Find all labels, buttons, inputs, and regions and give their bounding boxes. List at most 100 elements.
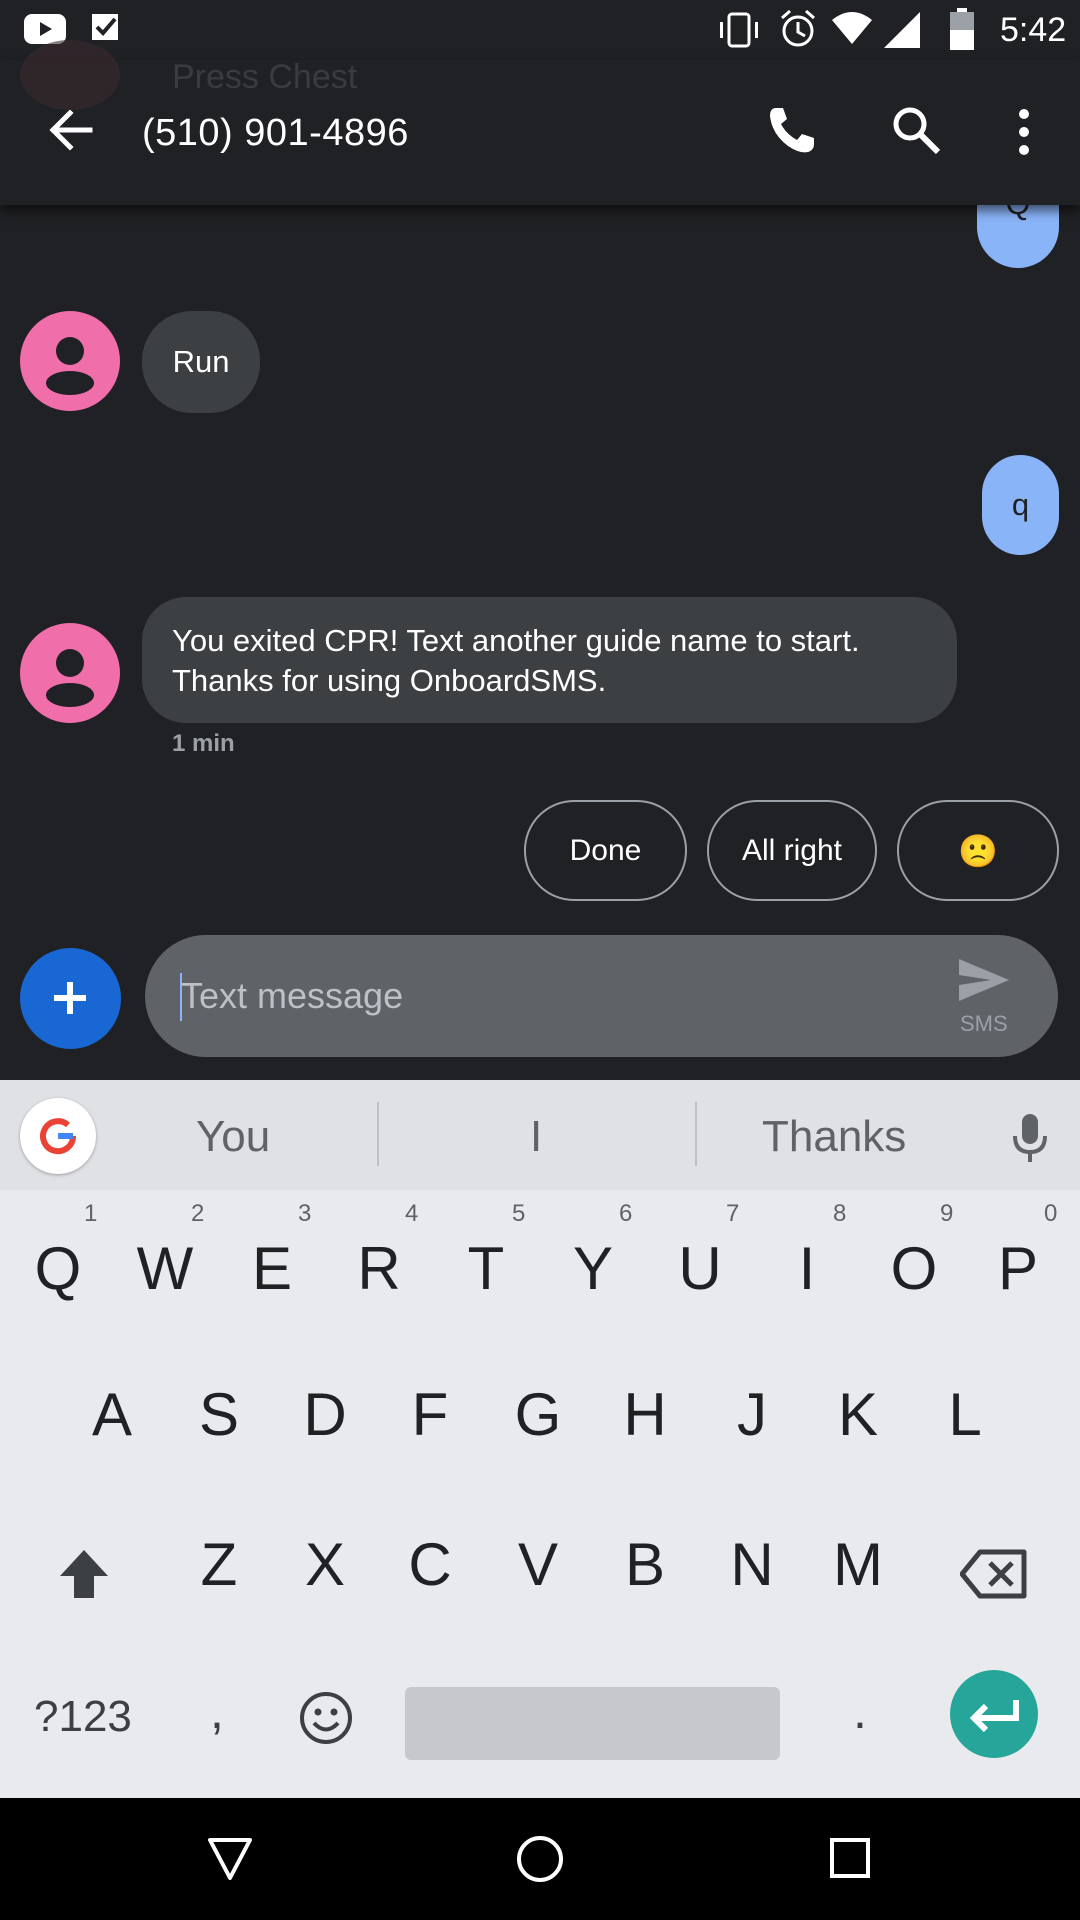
key-e[interactable]: 3E [232,1200,332,1340]
recents-nav-icon[interactable] [828,1836,872,1880]
key-y[interactable]: 6Y [553,1200,653,1340]
key-b[interactable]: B [605,1530,685,1599]
key-row-3: Z X C V B N M [0,1530,1080,1640]
key-hint: 5 [512,1200,526,1227]
key-hint: 4 [405,1200,419,1227]
key-hint: 3 [298,1200,312,1227]
send-icon[interactable] [957,957,1011,1003]
incoming-message-bubble[interactable]: Run [142,311,260,413]
space-bar[interactable] [405,1687,780,1760]
microphone-icon[interactable] [1010,1112,1050,1164]
key-hint: 7 [726,1200,740,1227]
vibrate-icon [720,12,758,48]
key-a[interactable]: A [72,1380,152,1449]
comma-key[interactable]: , [210,1682,224,1740]
key-h[interactable]: H [605,1380,685,1449]
outgoing-message-bubble[interactable]: q [982,455,1059,555]
key-row-4: ?123 , . [0,1670,1080,1780]
key-label: Y [572,1235,614,1302]
key-p[interactable]: 0P [978,1200,1078,1340]
key-label: E [251,1235,293,1302]
keyboard: You I Thanks 1Q 2W 3E 4R 5T 6Y 7U 8I 9O … [0,1080,1080,1798]
battery-icon [950,8,974,50]
plus-icon [54,982,86,1014]
key-hint: 2 [191,1200,205,1227]
signal-icon [884,12,920,48]
key-c[interactable]: C [390,1530,470,1599]
key-z[interactable]: Z [179,1530,259,1599]
key-t[interactable]: 5T [446,1200,546,1340]
message-text: q [1011,487,1030,522]
smart-reply-label: All right [741,833,843,867]
tasks-icon [92,14,118,40]
backspace-icon[interactable] [960,1548,1028,1600]
period-key[interactable]: . [853,1682,867,1740]
key-label: O [890,1235,938,1302]
key-j[interactable]: J [712,1380,792,1449]
smart-reply-done[interactable]: Done [524,800,687,901]
emoji-icon[interactable] [298,1690,354,1746]
key-v[interactable]: V [498,1530,578,1599]
more-options-icon[interactable] [1010,106,1038,158]
google-icon[interactable] [20,1098,96,1174]
back-nav-icon[interactable] [206,1834,254,1882]
previous-header-avatar [20,40,120,110]
back-arrow-icon[interactable] [46,105,96,155]
key-r[interactable]: 4R [339,1200,439,1340]
key-k[interactable]: K [818,1380,898,1449]
key-label: P [997,1235,1039,1302]
frowning-face-emoji: 🙁 [958,832,998,869]
suggestion-i[interactable]: I [530,1112,542,1162]
key-n[interactable]: N [712,1530,792,1599]
key-o[interactable]: 9O [874,1200,974,1340]
suggestion-strip: You I Thanks [0,1080,1080,1190]
suggestion-you[interactable]: You [196,1112,270,1162]
key-f[interactable]: F [390,1380,470,1449]
key-label: U [678,1235,722,1302]
smart-reply-all-right[interactable]: All right [707,800,877,901]
symbols-key[interactable]: ?123 [34,1692,132,1742]
enter-key[interactable] [950,1670,1038,1758]
add-attachment-button[interactable] [20,948,121,1049]
app-bar: (510) 901-4896 [0,60,1080,205]
message-text-line: Thanks for using OnboardSMS. [172,663,607,698]
message-input-placeholder[interactable]: Text message [181,975,403,1017]
key-s[interactable]: S [179,1380,259,1449]
phone-call-icon[interactable] [766,104,818,156]
key-hint: 9 [940,1200,954,1227]
key-x[interactable]: X [285,1530,365,1599]
search-icon[interactable] [890,104,942,156]
compose-box[interactable]: Text message SMS [145,935,1058,1057]
key-i[interactable]: 8I [767,1200,867,1340]
youtube-icon [24,14,66,44]
wifi-icon [832,12,872,44]
key-d[interactable]: D [285,1380,365,1449]
send-sms-label: SMS [960,1011,1008,1036]
home-nav-icon[interactable] [515,1834,565,1884]
key-hint: 1 [84,1200,98,1227]
message-text-line: You exited CPR! Text another guide name … [172,623,860,658]
key-label: W [136,1235,194,1302]
suggestion-thanks[interactable]: Thanks [762,1112,906,1162]
key-g[interactable]: G [498,1380,578,1449]
previous-header-name: Press Chest [172,58,358,96]
alarm-icon [781,9,815,47]
person-icon [46,649,94,707]
key-row-1: 1Q 2W 3E 4R 5T 6Y 7U 8I 9O 0P [0,1200,1080,1340]
incoming-message-bubble[interactable]: You exited CPR! Text another guide name … [142,597,957,723]
contact-avatar[interactable] [20,623,120,723]
message-timestamp: 1 min [172,730,235,757]
key-l[interactable]: L [925,1380,1005,1449]
shift-icon[interactable] [56,1546,112,1602]
smart-reply-emoji[interactable]: 🙁 [897,800,1059,901]
key-label: T [467,1235,505,1302]
key-u[interactable]: 7U [660,1200,760,1340]
key-m[interactable]: M [818,1530,898,1599]
key-row-2: A S D F G H J K L [0,1380,1080,1490]
key-w[interactable]: 2W [125,1200,225,1340]
key-hint: 6 [619,1200,633,1227]
key-q[interactable]: 1Q [18,1200,118,1340]
key-label: Q [34,1235,82,1302]
contact-avatar[interactable] [20,311,120,411]
status-time: 5:42 [1000,11,1067,49]
